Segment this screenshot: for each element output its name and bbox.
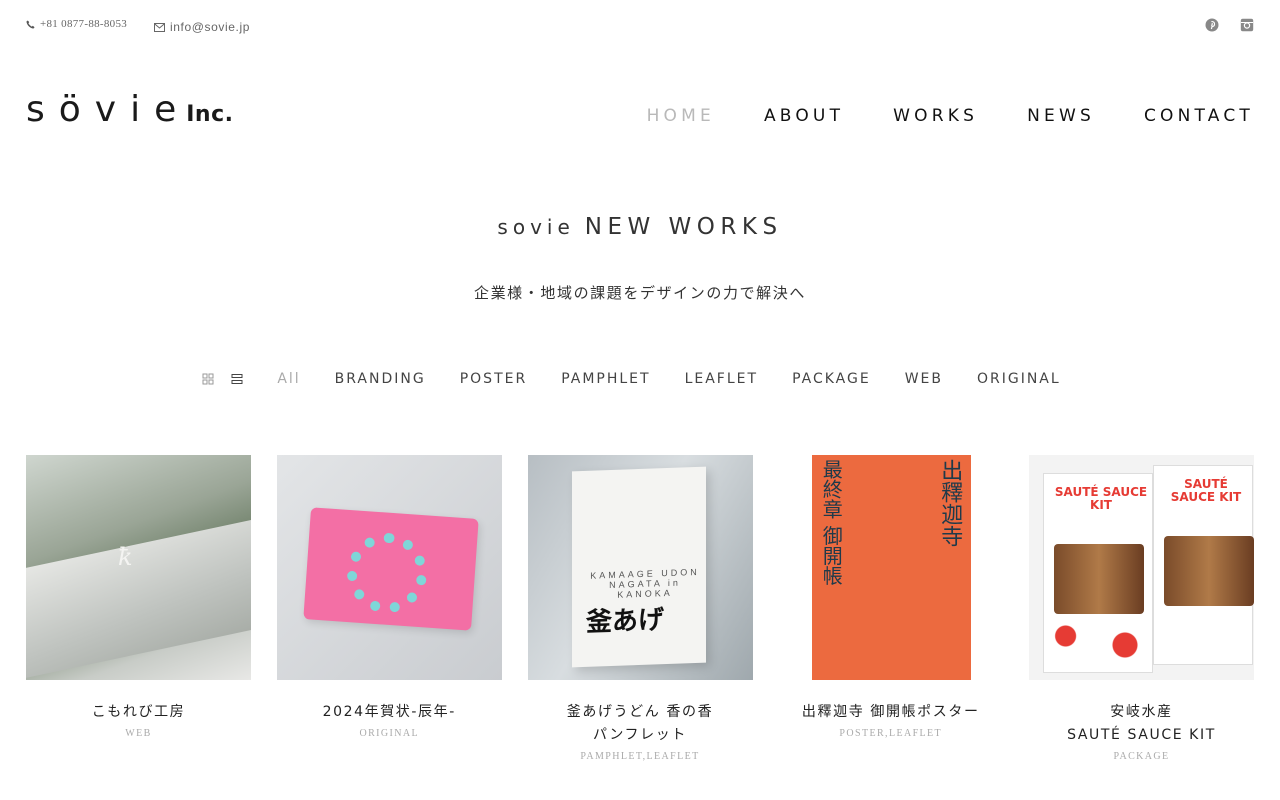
- work-category: PAMPHLET,LEAFLET: [580, 751, 700, 762]
- nav-contact[interactable]: CONTACT: [1144, 106, 1254, 126]
- poster-text-right: 出釋迦寺: [937, 459, 963, 547]
- filter-package[interactable]: PACKAGE: [792, 371, 871, 387]
- filter-original[interactable]: ORIGINAL: [977, 371, 1061, 387]
- filter-all[interactable]: All: [277, 371, 300, 387]
- thumbnail-logo-mark: ꝁ: [118, 543, 133, 571]
- phone-icon: [26, 19, 35, 29]
- nav-about[interactable]: ABOUT: [764, 106, 844, 126]
- work-thumbnail[interactable]: [276, 455, 502, 680]
- works-filter-bar: All BRANDING POSTER PAMPHLET LEAFLET PAC…: [0, 371, 1280, 387]
- work-category: PACKAGE: [1113, 751, 1170, 762]
- works-grid: ꝁ こもれび工房 WEB 2024年賀状-辰年- ORIGINAL KAMAAG…: [26, 455, 1254, 762]
- work-title[interactable]: 釜あげうどん 香の香 パンフレット: [528, 701, 753, 747]
- section-title-small: sovie: [497, 215, 575, 239]
- work-category: POSTER,LEAFLET: [839, 728, 943, 739]
- envelope-icon: [154, 22, 165, 32]
- poster-text-left: 最終章 御開帳: [819, 459, 844, 586]
- work-thumbnail[interactable]: SAUTÉ SAUCE KIT SAUTÉ SAUCE KIT: [1029, 455, 1254, 680]
- site-logo[interactable]: sövie Inc.: [26, 92, 234, 128]
- grid-view-icon[interactable]: [202, 373, 214, 385]
- package-tomatoes: [1044, 612, 1152, 672]
- section-title-large: NEW WORKS: [584, 214, 783, 240]
- filter-leaflet[interactable]: LEAFLET: [685, 371, 758, 387]
- work-title-text: 安岐水産 SAUTÉ SAUCE KIT: [1067, 704, 1216, 743]
- work-thumbnail[interactable]: 最終章 御開帳 出釋迦寺: [778, 455, 1004, 680]
- package-fish: [1164, 536, 1254, 606]
- sauce-package: SAUTÉ SAUCE KIT: [1043, 473, 1153, 673]
- work-card[interactable]: KAMAAGE UDON NAGATA in KANOKA 釜あげ 釜あげうどん…: [527, 455, 753, 762]
- phone-number: +81 0877-88-8053: [40, 18, 128, 30]
- work-title[interactable]: 2024年賀状-辰年-: [277, 701, 502, 724]
- work-card[interactable]: 最終章 御開帳 出釋迦寺 出釋迦寺 御開帳ポスター POSTER,LEAFLET: [778, 455, 1004, 762]
- work-card[interactable]: ꝁ こもれび工房 WEB: [26, 455, 251, 762]
- work-title-text: 釜あげうどん 香の香 パンフレット: [566, 704, 714, 743]
- work-title[interactable]: こもれび工房: [26, 701, 251, 724]
- work-card[interactable]: SAUTÉ SAUCE KIT SAUTÉ SAUCE KIT 安岐水産 SAU…: [1029, 455, 1254, 762]
- cover-text: KAMAAGE UDON NAGATA in KANOKA: [589, 566, 700, 600]
- work-category: WEB: [125, 728, 152, 739]
- filter-pamphlet[interactable]: PAMPHLET: [561, 371, 650, 387]
- sauce-package: SAUTÉ SAUCE KIT: [1153, 465, 1254, 665]
- list-view-icon[interactable]: [231, 373, 243, 385]
- work-thumbnail[interactable]: KAMAAGE UDON NAGATA in KANOKA 釜あげ: [527, 455, 753, 680]
- pinterest-icon[interactable]: [1205, 18, 1219, 32]
- package-label: SAUTÉ SAUCE KIT: [1054, 485, 1148, 512]
- email-address: info@sovie.jp: [170, 20, 251, 34]
- cover-calligraphy: 釜あげ: [585, 605, 664, 638]
- filter-branding[interactable]: BRANDING: [335, 371, 426, 387]
- nav-home[interactable]: HOME: [647, 106, 715, 126]
- work-thumbnail[interactable]: ꝁ: [26, 455, 251, 680]
- email-contact[interactable]: info@sovie.jp: [154, 20, 250, 34]
- main-nav: HOME ABOUT WORKS NEWS CONTACT: [598, 106, 1254, 126]
- filter-web[interactable]: WEB: [905, 371, 943, 387]
- logo-suffix: Inc.: [186, 102, 234, 127]
- thumbnail-path: [26, 514, 251, 680]
- temple-poster: 最終章 御開帳 出釋迦寺: [812, 455, 972, 680]
- social-links: [1205, 18, 1254, 32]
- section-title: sovie NEW WORKS: [0, 214, 1280, 240]
- work-title[interactable]: 出釋迦寺 御開帳ポスター: [778, 701, 1003, 724]
- package-fish: [1054, 544, 1144, 614]
- section-subtitle: 企業様・地域の課題をデザインの力で解決へ: [473, 284, 806, 302]
- logo-brand: sövie: [26, 89, 191, 130]
- nav-works[interactable]: WORKS: [893, 106, 978, 126]
- package-label: SAUTÉ SAUCE KIT: [1170, 477, 1242, 504]
- work-card[interactable]: 2024年賀状-辰年- ORIGINAL: [276, 455, 502, 762]
- filter-poster[interactable]: POSTER: [460, 371, 527, 387]
- work-category: ORIGINAL: [359, 728, 420, 739]
- work-title[interactable]: 安岐水産 SAUTÉ SAUCE KIT: [1029, 701, 1254, 747]
- phone-contact[interactable]: +81 0877-88-8053: [26, 18, 127, 30]
- top-bar: +81 0877-88-8053 info@sovie.jp: [26, 18, 1254, 34]
- nav-news[interactable]: NEWS: [1027, 106, 1095, 126]
- instagram-icon[interactable]: [1240, 18, 1254, 32]
- pamphlet-cover: KAMAAGE UDON NAGATA in KANOKA 釜あげ: [571, 466, 706, 668]
